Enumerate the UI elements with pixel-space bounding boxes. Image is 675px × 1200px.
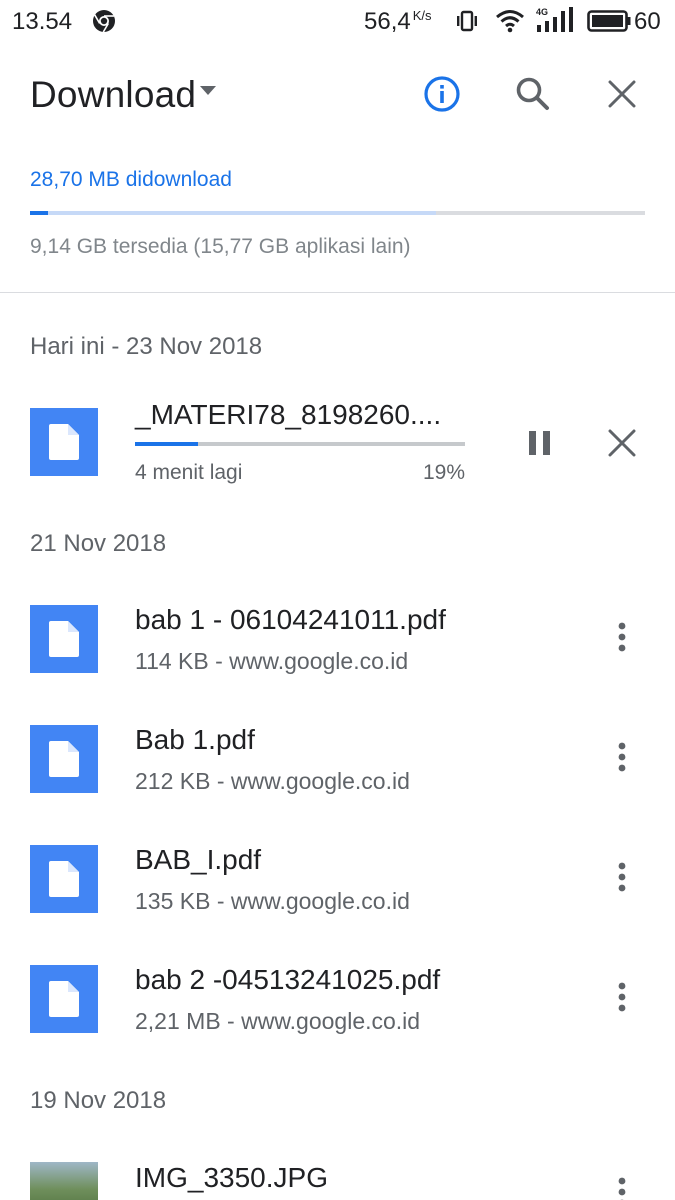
network-type-label: 4G: [536, 7, 548, 17]
more-vert-icon: [617, 981, 627, 1018]
more-vert-icon: [617, 861, 627, 898]
vibrate-icon: [455, 9, 479, 33]
file-icon: [30, 725, 98, 793]
close-icon: [606, 427, 638, 464]
battery-level: 60: [634, 8, 661, 35]
more-options-button[interactable]: [600, 737, 644, 781]
divider: [0, 292, 675, 293]
more-vert-icon: [617, 1176, 627, 1200]
download-progress-bar: [135, 442, 465, 446]
image-thumbnail: [30, 1162, 98, 1200]
search-button[interactable]: [511, 74, 555, 118]
file-name: IMG_3350.JPG: [135, 1162, 328, 1193]
file-meta: 135 KB - www.google.co.id: [135, 888, 410, 914]
page-title: Download: [30, 74, 197, 115]
storage-bar: [30, 211, 645, 215]
cancel-download-button[interactable]: [600, 423, 644, 467]
more-options-button[interactable]: [600, 617, 644, 661]
status-bar: 13.54 56,4 K/s 4G 60: [0, 0, 675, 44]
file-icon: [30, 605, 98, 673]
more-options-button[interactable]: [600, 1172, 644, 1200]
more-options-button[interactable]: [600, 857, 644, 901]
more-options-button[interactable]: [600, 977, 644, 1021]
file-meta: 2,21 MB - www.google.co.id: [135, 1008, 421, 1034]
battery-icon: [587, 9, 631, 33]
file-name: bab 1 - 06104241011.pdf: [135, 604, 446, 635]
download-progress-fill: [135, 442, 198, 446]
pause-button[interactable]: [518, 423, 562, 467]
info-icon: [422, 74, 462, 119]
title-dropdown[interactable]: Download: [30, 74, 217, 116]
search-icon: [513, 74, 553, 119]
download-time-remaining: 4 menit lagi: [135, 461, 243, 484]
file-icon: [30, 408, 98, 476]
section-header-19-nov: 19 Nov 2018: [30, 1087, 167, 1114]
file-name: _MATERI78_8198260....: [135, 399, 442, 430]
file-name: bab 2 -04513241025.pdf: [135, 964, 441, 995]
status-time: 13.54: [12, 8, 73, 35]
storage-downloaded-fill: [30, 211, 49, 215]
chrome-icon: [92, 9, 116, 33]
file-name: Bab 1.pdf: [135, 724, 255, 755]
network-speed-unit: K/s: [412, 8, 432, 23]
network-speed: 56,4 K/s: [364, 8, 432, 36]
more-vert-icon: [617, 741, 627, 778]
storage-summary: 28,70 MB didownload 9,14 GB tersedia (15…: [30, 168, 645, 258]
wifi-icon: [495, 8, 525, 34]
app-header: Download: [0, 56, 675, 136]
file-meta: 114 KB - www.google.co.id: [135, 648, 409, 674]
close-icon: [606, 78, 638, 115]
close-button[interactable]: [600, 74, 644, 118]
file-meta: 212 KB - www.google.co.id: [135, 768, 410, 794]
more-vert-icon: [617, 621, 627, 658]
section-header-21-nov: 21 Nov 2018: [30, 530, 167, 557]
storage-other-apps-fill: [30, 211, 436, 215]
network-speed-value: 56,4: [364, 8, 411, 35]
info-button[interactable]: [420, 74, 464, 118]
file-name: BAB_I.pdf: [135, 844, 262, 875]
signal-icon: 4G: [534, 7, 574, 33]
dropdown-arrow-icon: [200, 85, 217, 95]
pause-icon: [525, 428, 555, 463]
file-icon: [30, 845, 98, 913]
storage-available-label: 9,14 GB tersedia (15,77 GB aplikasi lain…: [30, 235, 411, 258]
storage-used-label: 28,70 MB didownload: [30, 168, 232, 191]
file-icon: [30, 965, 98, 1033]
download-percent: 19%: [422, 461, 465, 484]
section-header-today: Hari ini - 23 Nov 2018: [30, 333, 263, 360]
